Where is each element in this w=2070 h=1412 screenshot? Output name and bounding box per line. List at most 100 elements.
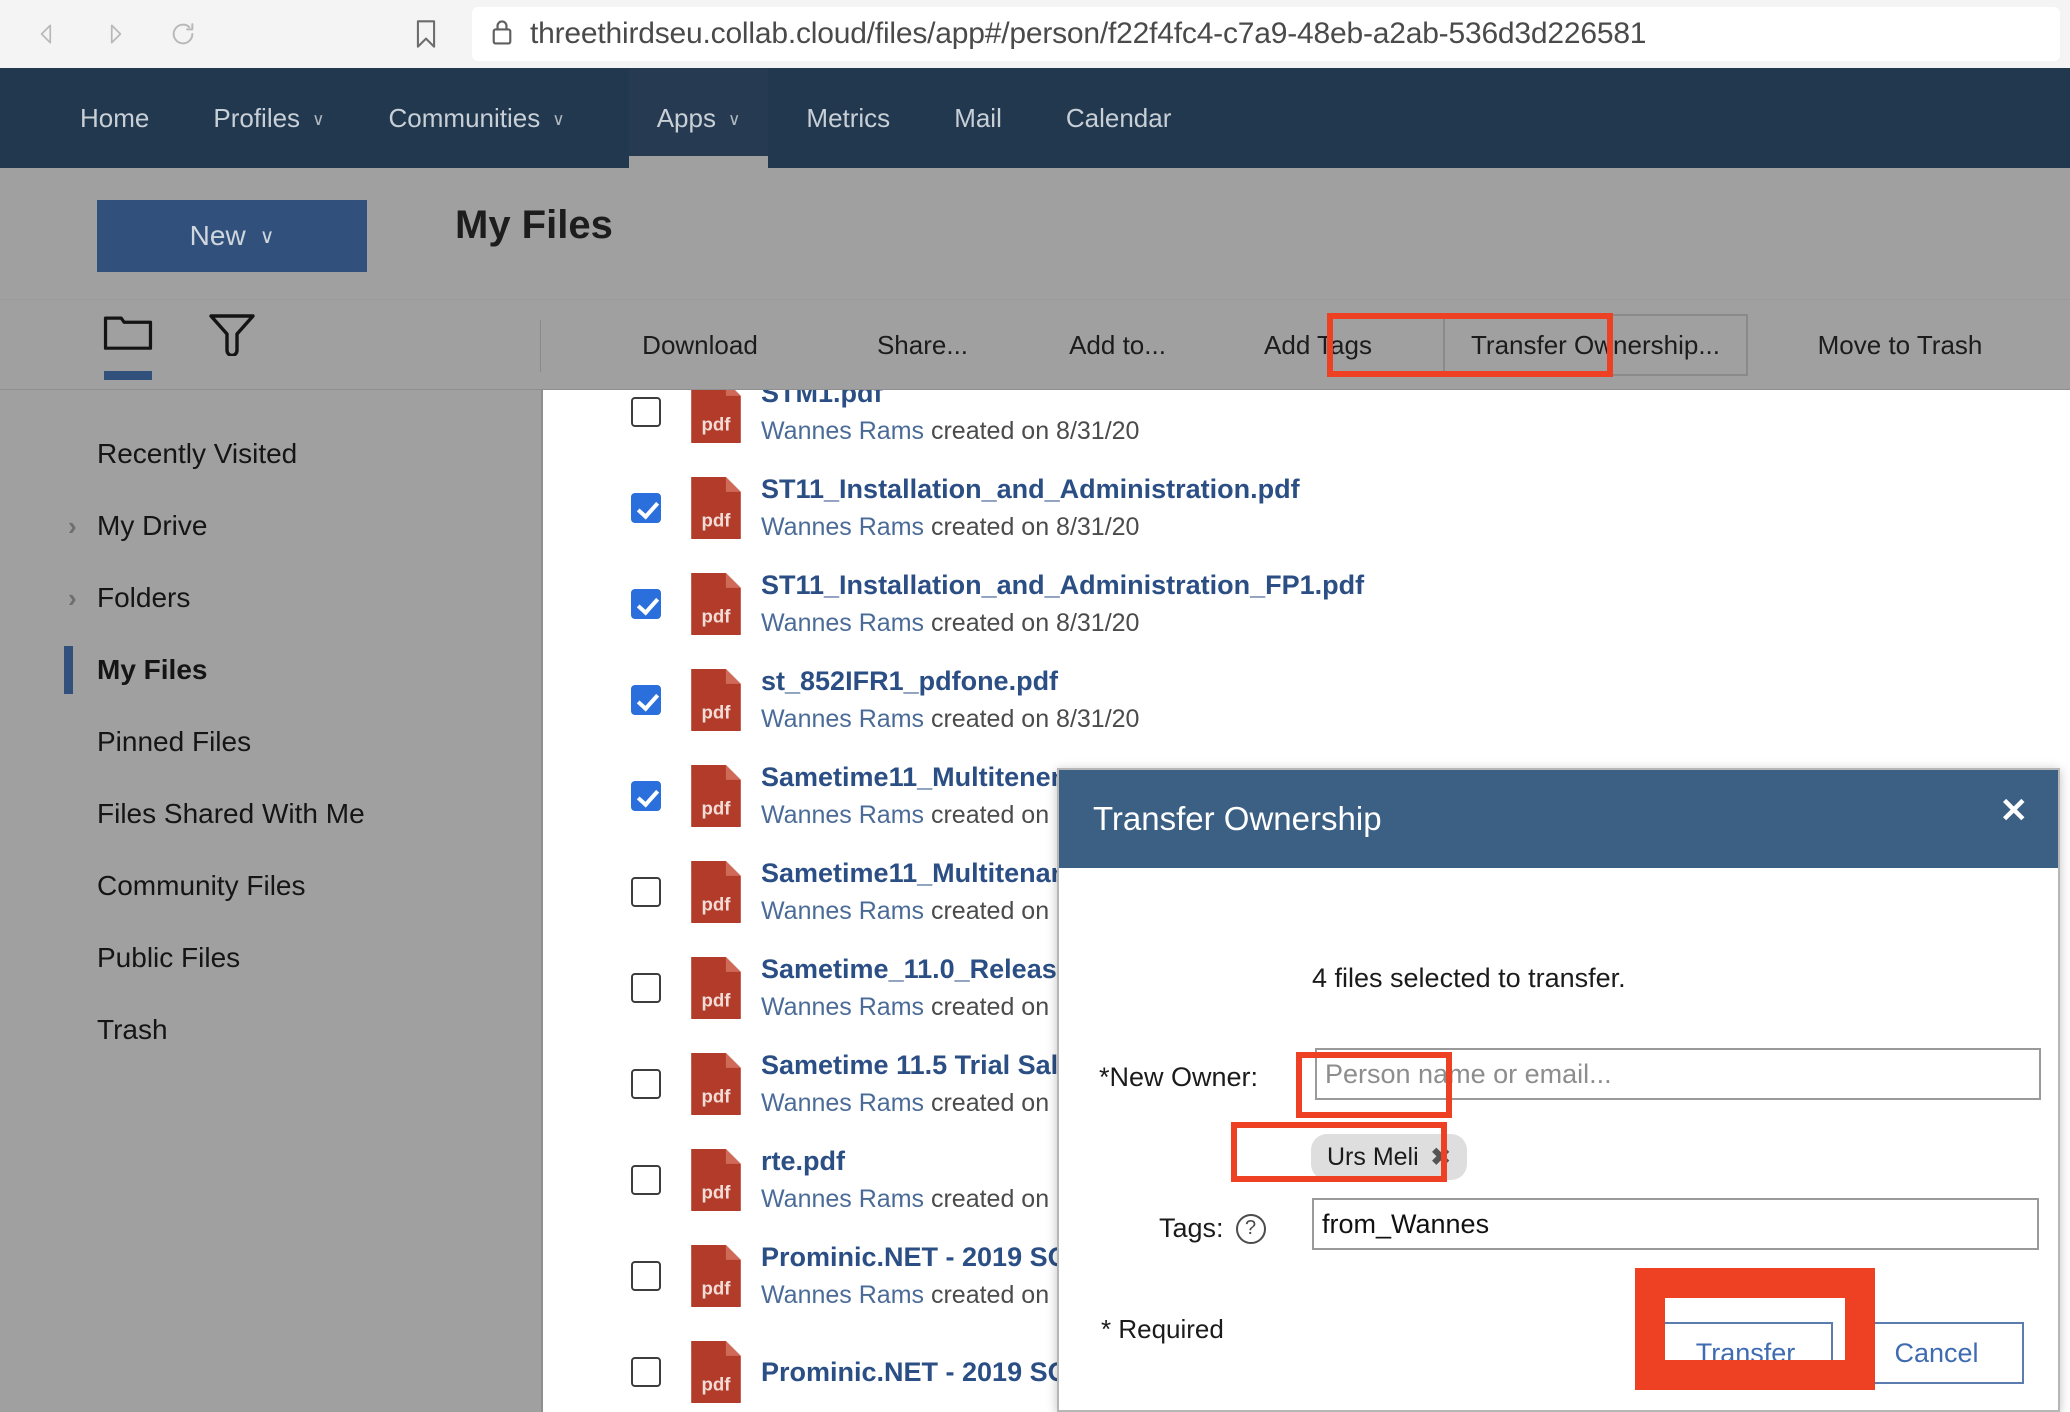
row-checkbox[interactable] [631, 1069, 661, 1099]
funnel-filter-icon[interactable] [204, 312, 260, 374]
nav-item-communities[interactable]: Communities ∨ [389, 68, 565, 168]
row-checkbox[interactable] [631, 877, 661, 907]
file-author[interactable]: Wannes Rams [761, 897, 924, 925]
file-name-link[interactable]: st_852IFR1_pdfone.pdf [761, 666, 1139, 697]
svg-text:pdf: pdf [702, 798, 732, 819]
new-button[interactable]: New ∨ [97, 200, 367, 272]
share-button[interactable]: Share... [825, 300, 1020, 390]
sidebar-item-folders[interactable]: › Folders [0, 562, 541, 634]
pdf-file-icon: pdf [691, 390, 741, 443]
file-author[interactable]: Wannes Rams [761, 1089, 924, 1117]
row-info: ST11_Installation_and_Administration_FP1… [761, 570, 1364, 638]
question-mark-icon[interactable]: ? [1235, 1213, 1266, 1244]
back-arrow-icon[interactable] [32, 19, 62, 49]
file-author[interactable]: Wannes Rams [761, 513, 924, 541]
row-checkbox[interactable] [631, 973, 661, 1003]
forward-arrow-icon[interactable] [100, 19, 130, 49]
row-checkbox[interactable] [631, 1357, 661, 1387]
nav-item-apps[interactable]: Apps ∨ [628, 68, 769, 168]
table-row[interactable]: pdf st_852IFR1_pdfone.pdf Wannes Rams crea… [543, 652, 2070, 748]
browser-toolbar: threethirdseu.collab.cloud/files/app#/pe… [0, 0, 2070, 68]
tags-input[interactable] [1312, 1198, 2039, 1250]
sidebar-item-my-drive[interactable]: › My Drive [0, 490, 541, 562]
pdf-file-icon: pdf [691, 477, 741, 539]
nav-label: Home [80, 103, 150, 133]
browser-nav-buttons [32, 19, 441, 49]
row-checkbox[interactable] [631, 1165, 661, 1195]
sidebar-item-public-files[interactable]: Public Files [0, 922, 541, 994]
chevron-down-icon: ∨ [552, 110, 565, 129]
svg-text:pdf: pdf [702, 1086, 732, 1107]
file-actions: Download Share... Add to... Add Tags Tra… [575, 300, 2030, 390]
selected-person-name: Urs Meli [1327, 1142, 1419, 1171]
address-bar[interactable]: threethirdseu.collab.cloud/files/app#/pe… [472, 7, 2060, 61]
pdf-file-icon: pdf [691, 1149, 741, 1211]
file-name-link[interactable]: ST11_Installation_and_Administration.pdf [761, 474, 1300, 505]
file-author[interactable]: Wannes Rams [761, 1185, 924, 1213]
sidebar-item-label: My Files [97, 654, 208, 685]
nav-item-calendar[interactable]: Calendar [1066, 68, 1172, 168]
file-name-link[interactable]: STM1.pdf [761, 390, 1139, 409]
svg-text:pdf: pdf [702, 1278, 732, 1299]
download-button[interactable]: Download [575, 300, 825, 390]
bookmark-icon[interactable] [411, 19, 441, 49]
sidebar-item-label: Recently Visited [97, 438, 298, 469]
row-checkbox[interactable] [631, 589, 661, 619]
chevron-right-icon[interactable]: › [68, 583, 77, 614]
row-checkbox[interactable] [631, 781, 661, 811]
selected-files-count: 4 files selected to transfer. [1312, 963, 1626, 993]
pdf-file-icon: pdf [691, 1245, 741, 1307]
file-author[interactable]: Wannes Rams [761, 609, 924, 637]
remove-person-icon[interactable]: ✖ [1431, 1143, 1451, 1172]
table-row[interactable]: pdf ST11_Installation_and_Administration_… [543, 556, 2070, 652]
file-author[interactable]: Wannes Rams [761, 801, 924, 829]
sidebar-item-files-shared-with-me[interactable]: Files Shared With Me [0, 778, 541, 850]
transfer-button[interactable]: Transfer [1658, 1322, 1833, 1384]
add-tags-button[interactable]: Add Tags [1215, 300, 1421, 390]
svg-text:pdf: pdf [702, 990, 732, 1011]
file-author[interactable]: Wannes Rams [761, 993, 924, 1021]
cancel-button[interactable]: Cancel [1849, 1322, 2024, 1384]
new-owner-label: *New Owner: [1099, 1062, 1259, 1092]
row-checkbox[interactable] [631, 397, 661, 427]
folder-icon[interactable] [100, 312, 156, 380]
nav-item-mail[interactable]: Mail [954, 68, 1002, 168]
sidebar-item-my-files[interactable]: My Files [0, 634, 541, 706]
row-checkbox[interactable] [631, 685, 661, 715]
reload-icon[interactable] [168, 19, 198, 49]
sidebar-item-label: Folders [97, 582, 191, 613]
nav-item-metrics[interactable]: Metrics [806, 68, 890, 168]
sidebar-item-trash[interactable]: Trash [0, 994, 541, 1066]
close-icon[interactable]: ✕ [2000, 794, 2029, 828]
svg-text:pdf: pdf [702, 510, 732, 531]
selected-person-chip[interactable]: Urs Meli ✖ [1311, 1134, 1467, 1180]
dialog-buttons: Transfer Cancel [1658, 1322, 2024, 1384]
row-checkbox[interactable] [631, 493, 661, 523]
move-to-trash-button[interactable]: Move to Trash [1770, 300, 2030, 390]
pdf-file-icon: pdf [691, 957, 741, 1019]
svg-text:pdf: pdf [702, 894, 732, 915]
pdf-file-icon: pdf [691, 1053, 741, 1115]
file-author[interactable]: Wannes Rams [761, 1281, 924, 1309]
nav-item-home[interactable]: Home [80, 68, 149, 168]
file-author[interactable]: Wannes Rams [761, 417, 924, 445]
table-row[interactable]: pdf ST11_Installation_and_Administration.… [543, 460, 2070, 556]
sidebar-item-recently-visited[interactable]: Recently Visited [0, 418, 541, 490]
svg-text:pdf: pdf [702, 1374, 732, 1395]
sidebar-item-community-files[interactable]: Community Files [0, 850, 541, 922]
dialog-body: 4 files selected to transfer. *New Owner… [1059, 868, 2058, 1412]
table-row[interactable]: pdf STM1.pdf Wannes Rams created on 8/31/2… [543, 390, 2070, 460]
file-name-link[interactable]: ST11_Installation_and_Administration_FP1… [761, 570, 1364, 601]
nav-item-profiles[interactable]: Profiles ∨ [213, 68, 324, 168]
pdf-file-icon: pdf [691, 573, 741, 635]
new-owner-input[interactable] [1315, 1048, 2041, 1100]
global-navigation: Home Profiles ∨ Communities ∨ Apps ∨ Met… [0, 68, 2070, 168]
transfer-ownership-button[interactable]: Transfer Ownership... [1443, 314, 1749, 376]
chevron-right-icon[interactable]: › [68, 511, 77, 542]
row-info: ST11_Installation_and_Administration.pdf… [761, 474, 1300, 542]
add-to-button[interactable]: Add to... [1020, 300, 1215, 390]
file-author[interactable]: Wannes Rams [761, 705, 924, 733]
row-checkbox[interactable] [631, 1261, 661, 1291]
chevron-down-icon: ∨ [727, 110, 741, 129]
sidebar-item-pinned-files[interactable]: Pinned Files [0, 706, 541, 778]
